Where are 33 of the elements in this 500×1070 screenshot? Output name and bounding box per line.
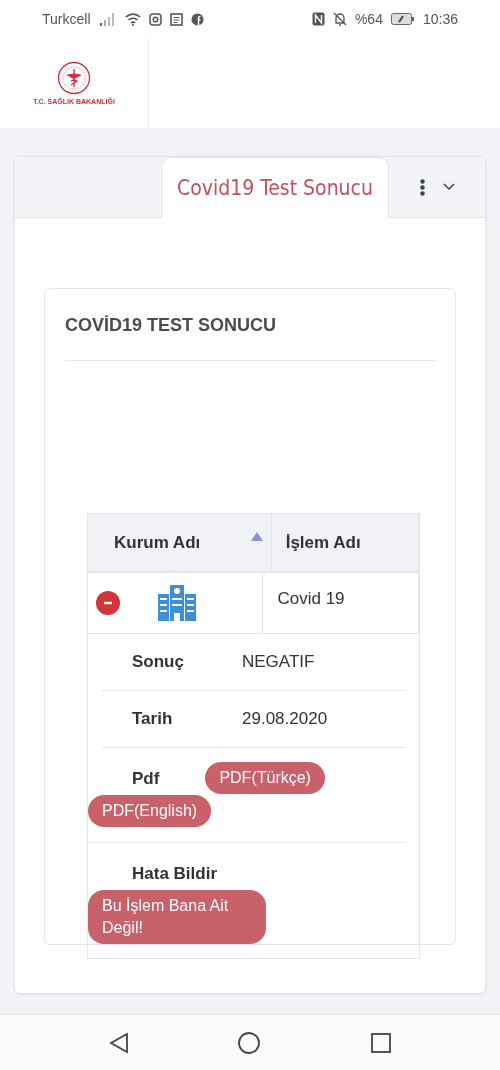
battery-percentage: %64 [354,11,383,27]
tab[interactable]: Covid19 Test Sonucu [161,157,389,218]
column-header[interactable]: Kurum Adı [88,514,272,571]
recents-icon[interactable] [369,1031,392,1054]
collapse-toggle[interactable] [96,591,120,615]
wifi-icon [124,12,141,26]
home-icon[interactable] [237,1030,261,1055]
action-button[interactable]: PDF(Türkçe) [205,762,325,794]
detail-label: Sonuç [132,652,185,672]
signal-icon [98,12,117,26]
news-icon [169,12,183,26]
battery-icon [390,13,415,25]
action-button[interactable]: PDF(English) [88,795,212,827]
carrier-name: Turkcell [42,11,91,27]
bell-muted-icon [332,12,347,26]
clock-time: 10:36 [422,11,458,27]
column-header[interactable]: İşlem Adı [271,514,419,571]
detail-label: Pdf [132,768,160,790]
nfc-icon [311,12,325,26]
back-icon[interactable] [108,1031,129,1054]
card-title: COVİD19 TEST SONUCU [65,289,435,361]
detail-value: 29.08.2020 [242,709,328,729]
table-cell: Covid 19 [277,589,345,609]
action-button[interactable]: Bu İşlem Bana Ait Değil! [88,890,266,944]
chevron-down-icon[interactable] [442,183,455,191]
social-app-icon [190,12,204,26]
detail-label: Hata Bildir [132,863,218,885]
detail-label: Tarih [132,709,174,729]
more-options-icon[interactable] [419,178,425,196]
detail-value: NEGATIF [242,652,315,672]
building-icon [158,585,196,621]
camera-app-icon [148,12,162,26]
ministry-emblem-icon [57,61,91,95]
